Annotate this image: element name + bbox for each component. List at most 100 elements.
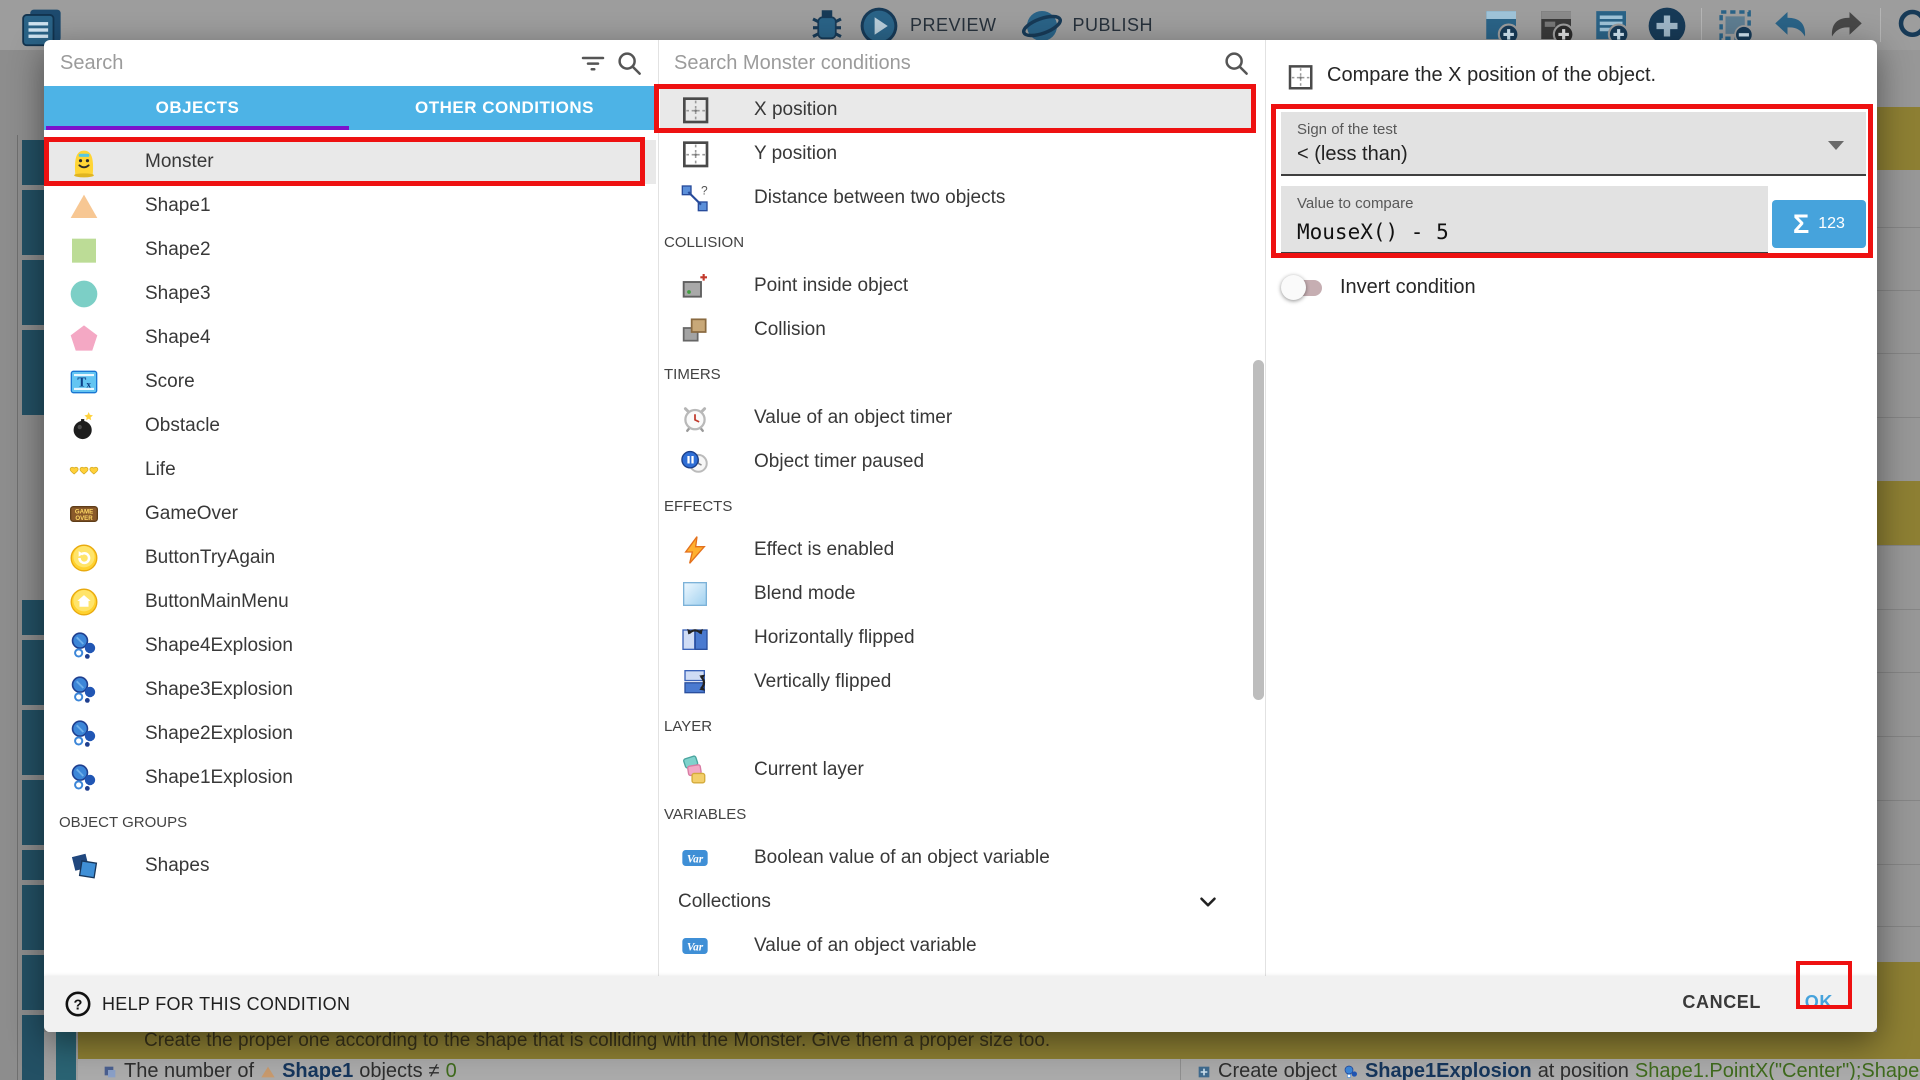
object-item-buttonmainmenu[interactable]: ButtonMainMenu <box>46 580 656 624</box>
sigma-icon: Σ <box>1793 211 1809 238</box>
object-item-monster[interactable]: Monster <box>46 140 656 184</box>
object-item-score[interactable]: TxScore <box>46 360 656 404</box>
condition-item-object-timer-paused[interactable]: Object timer paused <box>660 440 1251 484</box>
ok-button[interactable]: OK <box>1799 991 1839 1014</box>
background-row-line <box>1877 545 1920 546</box>
expression-123-label: 123 <box>1818 215 1845 233</box>
background-event-block <box>22 330 44 415</box>
search-icon[interactable] <box>1221 48 1251 78</box>
object-item-shape2explosion[interactable]: Shape2Explosion <box>46 712 656 756</box>
objects-search-row <box>44 40 658 86</box>
svg-text:OVER: OVER <box>75 515 93 522</box>
monster-icon <box>66 144 102 180</box>
background-event-block <box>22 640 44 705</box>
point-inside-icon <box>677 268 713 304</box>
svg-text:Var: Var <box>687 941 704 953</box>
object-item-obstacle[interactable]: Obstacle <box>46 404 656 448</box>
value-to-compare-field[interactable]: Value to compare MouseX() - 5 <box>1281 186 1768 254</box>
publish-icon[interactable] <box>1021 5 1063 45</box>
condition-editor-dialog: OBJECTS OTHER CONDITIONS MonsterShape1Sh… <box>44 40 1877 1032</box>
sign-of-test-label: Sign of the test <box>1297 121 1397 138</box>
object-item-shapes[interactable]: Shapes <box>46 844 656 888</box>
filter-icon[interactable] <box>578 48 608 78</box>
help-icon: ? <box>64 990 92 1018</box>
sign-of-test-select[interactable]: Sign of the test < (less than) <box>1281 112 1866 176</box>
button-retry-icon <box>66 540 102 576</box>
undo-icon[interactable] <box>1770 5 1812 45</box>
condition-item-effect-is-enabled[interactable]: Effect is enabled <box>660 528 1251 572</box>
scrollbar-thumb[interactable] <box>1253 360 1264 700</box>
debug-icon[interactable] <box>806 5 848 45</box>
condition-item-current-layer[interactable]: Current layer <box>660 748 1251 792</box>
triangle-icon <box>66 188 102 224</box>
timer-paused-icon <box>677 444 713 480</box>
help-button[interactable]: ? HELP FOR THIS CONDITION <box>64 990 350 1018</box>
background-event-block <box>22 140 44 185</box>
explosion-icon <box>1343 1064 1359 1080</box>
variable-icon: Var <box>677 840 713 876</box>
search-icon[interactable] <box>1894 5 1920 45</box>
condition-item-value-of-an-object-variable[interactable]: VarValue of an object variable <box>660 924 1251 968</box>
background-row-line <box>1877 609 1920 610</box>
redo-icon[interactable] <box>1825 5 1867 45</box>
condition-item-x-position[interactable]: X position <box>660 88 1251 132</box>
add-subevent-icon[interactable] <box>1536 5 1578 45</box>
event-action: Create object Shape1Explosion at positio… <box>1196 1060 1920 1080</box>
condition-item-boolean-value-of-an-object-variable[interactable]: VarBoolean value of an object variable <box>660 836 1251 880</box>
condition-item-point-inside-object[interactable]: Point inside object <box>660 264 1251 308</box>
background-event-block <box>22 885 44 950</box>
background-event-block <box>22 600 44 635</box>
flip-vertical-icon <box>677 664 713 700</box>
explosion-icon <box>66 760 102 796</box>
preview-icon[interactable] <box>858 5 900 45</box>
tab-objects[interactable]: OBJECTS <box>44 86 351 130</box>
cancel-button[interactable]: CANCEL <box>1676 991 1767 1014</box>
section-header-layer: LAYER <box>660 704 1251 748</box>
screen: PREVIEW PUBLISH Ho Create the proper one… <box>0 0 1920 1080</box>
tab-other-conditions[interactable]: OTHER CONDITIONS <box>351 86 658 130</box>
add-event-icon[interactable] <box>1481 5 1523 45</box>
conditions-search-input[interactable] <box>674 52 1221 75</box>
publish-button[interactable]: PUBLISH <box>1073 15 1154 36</box>
svg-text:T: T <box>77 375 86 390</box>
preview-button[interactable]: PREVIEW <box>910 15 997 36</box>
condition-item-value-of-an-object-timer[interactable]: Value of an object timer <box>660 396 1251 440</box>
object-item-gameover[interactable]: GAMEOVERGameOver <box>46 492 656 536</box>
object-item-shape2[interactable]: Shape2 <box>46 228 656 272</box>
conditions-search-row <box>658 40 1265 86</box>
condition-item-blend-mode[interactable]: Blend mode <box>660 572 1251 616</box>
section-header-effects: EFFECTS <box>660 484 1251 528</box>
background-row-line <box>1877 736 1920 737</box>
object-item-life[interactable]: Life <box>46 448 656 492</box>
object-item-shape3explosion[interactable]: Shape3Explosion <box>46 668 656 712</box>
background-event-block <box>22 1015 44 1080</box>
background-event-block <box>22 850 44 880</box>
gameover-icon: GAMEOVER <box>66 496 102 532</box>
dialog-footer: ? HELP FOR THIS CONDITION CANCEL OK <box>44 976 1877 1032</box>
panel-divider <box>658 40 659 976</box>
condition-item-distance-between-two-objects[interactable]: ?Distance between two objects <box>660 176 1251 220</box>
toolbar-center: PREVIEW PUBLISH <box>806 5 1153 45</box>
expression-builder-button[interactable]: Σ 123 <box>1772 200 1866 248</box>
object-item-shape4[interactable]: Shape4 <box>46 316 656 360</box>
condition-item-y-position[interactable]: Y position <box>660 132 1251 176</box>
section-header-variables: VARIABLES <box>660 792 1251 836</box>
object-item-buttontryagain[interactable]: ButtonTryAgain <box>46 536 656 580</box>
collapsible-collections[interactable]: Collections <box>660 880 1251 924</box>
object-item-shape1[interactable]: Shape1 <box>46 184 656 228</box>
search-icon[interactable] <box>614 48 644 78</box>
condition-item-horizontally-flipped[interactable]: Horizontally flipped <box>660 616 1251 660</box>
svg-text:x: x <box>86 381 91 391</box>
paste-special-icon[interactable] <box>1715 5 1757 45</box>
add-circle-icon[interactable] <box>1646 5 1688 45</box>
object-item-shape4explosion[interactable]: Shape4Explosion <box>46 624 656 668</box>
objects-search-input[interactable] <box>60 52 578 75</box>
object-item-shape1explosion[interactable]: Shape1Explosion <box>46 756 656 800</box>
condition-item-vertically-flipped[interactable]: Vertically flipped <box>660 660 1251 704</box>
add-comment-icon[interactable] <box>1591 5 1633 45</box>
condition-item-collision[interactable]: Collision <box>660 308 1251 352</box>
invert-condition-toggle-knob[interactable] <box>1281 275 1306 300</box>
project-manager-icon[interactable] <box>16 6 66 44</box>
section-header-timers: TIMERS <box>660 352 1251 396</box>
object-item-shape3[interactable]: Shape3 <box>46 272 656 316</box>
